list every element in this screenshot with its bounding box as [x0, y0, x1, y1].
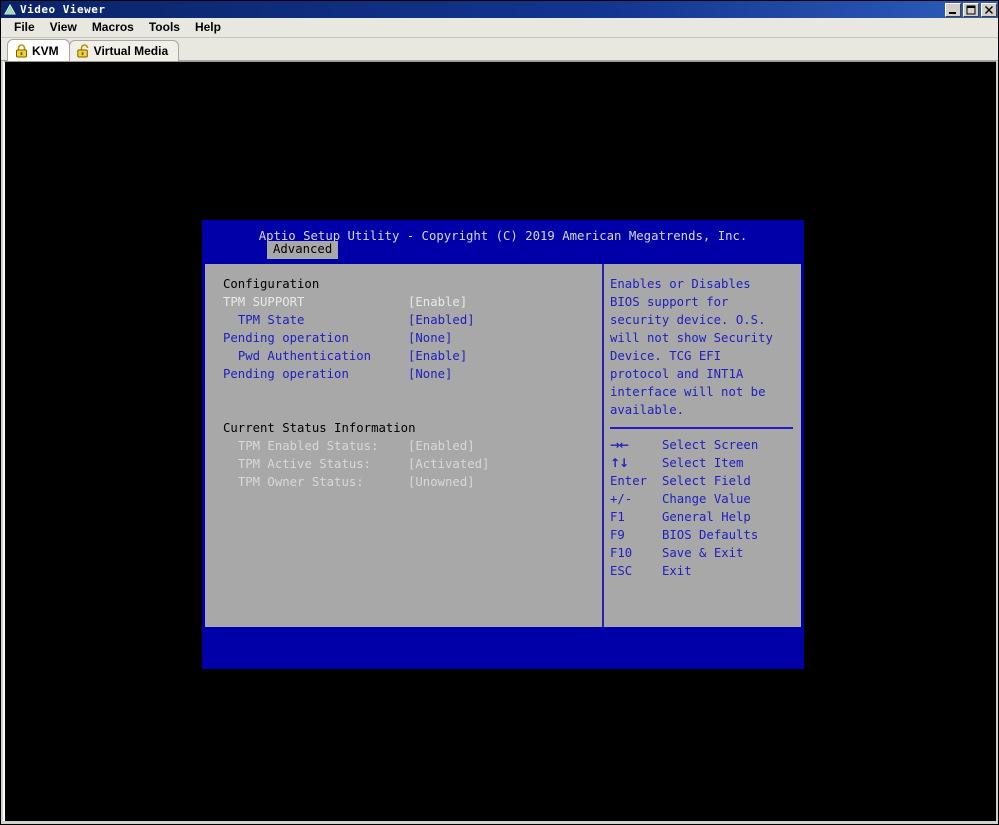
menu-item-view[interactable]: View — [43, 19, 85, 36]
bios-header-title: Aptio Setup Utility - Copyright (C) 2019… — [258, 229, 748, 243]
pending-operation-2-value[interactable]: [None] — [408, 365, 452, 383]
menu-item-macros[interactable]: Macros — [85, 19, 142, 36]
title-bar[interactable]: Video Viewer — [1, 1, 998, 18]
key-legend-label: Select Field — [662, 474, 751, 488]
key-name-esc: ESC — [610, 564, 633, 578]
key-legend-select-item: ↑↓ Select Item — [610, 454, 801, 472]
tab-strip: KVM Virtual Media — [1, 38, 998, 61]
key-legend-exit: ESC Exit — [610, 562, 801, 580]
bios-help-panel: Enables or Disables BIOS support for sec… — [604, 264, 801, 630]
bios-row-tpm-owner-status: TPM Owner Status: [Unowned] — [223, 473, 602, 491]
key-legend-change-value: +/- Change Value — [610, 490, 801, 508]
menu-item-tools[interactable]: Tools — [142, 19, 188, 36]
tab-kvm[interactable]: KVM — [7, 39, 70, 61]
key-name-f1: F1 — [610, 510, 625, 524]
tab-virtual-media-label: Virtual Media — [93, 44, 169, 58]
bios-row-tpm-state[interactable]: TPM State [Enabled] — [223, 311, 602, 329]
bios-section-title-current-status: Current Status Information — [223, 419, 602, 437]
bios-row-tpm-enabled-status: TPM Enabled Status: [Enabled] — [223, 437, 602, 455]
current-status-heading: Current Status Information — [223, 421, 416, 435]
key-legend-label: Exit — [662, 564, 692, 578]
help-text-line: Device. TCG EFI — [610, 349, 722, 363]
key-legend-label: Select Screen — [662, 438, 759, 452]
tpm-support-value[interactable]: [Enable] — [408, 293, 467, 311]
key-legend-select-screen: →← Select Screen — [610, 436, 801, 454]
help-divider — [610, 427, 793, 429]
close-button[interactable] — [981, 2, 997, 17]
bios-row-tpm-active-status: TPM Active Status: [Activated] — [223, 455, 602, 473]
help-text-line: protocol and INT1A — [610, 367, 744, 381]
key-legend-label: Save & Exit — [662, 546, 744, 560]
key-legend-label: Change Value — [662, 492, 751, 506]
bios-body: Configuration TPM SUPPORT [Enable] TPM S… — [204, 263, 802, 631]
configuration-heading: Configuration — [223, 277, 320, 291]
bios-left-panel: Configuration TPM SUPPORT [Enable] TPM S… — [205, 264, 604, 630]
tpm-support-label: TPM SUPPORT — [223, 295, 305, 309]
bios-footer-bar — [202, 627, 804, 669]
key-legend-label: General Help — [662, 510, 751, 524]
help-text-line: available. — [610, 403, 685, 417]
menu-bar: File View Macros Tools Help — [1, 18, 998, 38]
bios-section-spacer-2 — [223, 401, 602, 419]
key-name-enter: Enter — [610, 474, 648, 488]
maximize-button[interactable] — [963, 2, 979, 17]
key-legend-select-field: Enter Select Field — [610, 472, 801, 490]
key-legend-label: Select Item — [662, 456, 744, 470]
pending-operation-1-label: Pending operation — [223, 331, 349, 345]
tpm-state-label: TPM State — [237, 313, 305, 327]
bios-tab-advanced[interactable]: Advanced — [267, 241, 339, 259]
tpm-enabled-status-value: [Enabled] — [408, 439, 475, 453]
help-text-line: security device. O.S. — [610, 313, 766, 327]
bios-row-pwd-authentication[interactable]: Pwd Authentication [Enable] — [223, 347, 602, 365]
arrow-up-down-icon: ↑↓ — [610, 456, 629, 470]
lock-open-icon — [76, 44, 90, 58]
bios-row-tpm-support[interactable]: TPM SUPPORT [Enable] — [223, 293, 602, 311]
bios-row-pending-operation-2[interactable]: Pending operation [None] — [223, 365, 602, 383]
arrow-left-right-icon: →← — [610, 438, 629, 452]
help-text-line: Enables or Disables — [610, 277, 751, 291]
pwd-authentication-label: Pwd Authentication — [237, 349, 372, 363]
bios-section-title-configuration: Configuration — [223, 275, 602, 293]
menu-item-file[interactable]: File — [7, 19, 43, 36]
tab-kvm-label: KVM — [32, 43, 59, 58]
pwd-authentication-value[interactable]: [Enable] — [408, 347, 467, 365]
tab-virtual-media[interactable]: Virtual Media — [68, 40, 180, 61]
help-text-line: interface will not be — [610, 385, 766, 399]
lock-closed-icon — [15, 43, 28, 58]
window-title: Video Viewer — [20, 3, 106, 16]
bios-setup-screen: Aptio Setup Utility - Copyright (C) 2019… — [202, 220, 804, 669]
tpm-active-status-value: [Activated] — [408, 457, 490, 471]
key-legend-bios-defaults: F9 BIOS Defaults — [610, 526, 801, 544]
tpm-state-value[interactable]: [Enabled] — [408, 311, 475, 329]
tpm-enabled-status-label: TPM Enabled Status: — [237, 439, 379, 453]
tpm-active-status-label: TPM Active Status: — [237, 457, 372, 471]
key-legend-general-help: F1 General Help — [610, 508, 801, 526]
key-name-f9: F9 — [610, 528, 625, 542]
tpm-owner-status-value: [Unowned] — [408, 475, 475, 489]
menu-item-help[interactable]: Help — [188, 19, 229, 36]
video-viewer-icon — [3, 2, 17, 17]
key-legend-save-exit: F10 Save & Exit — [610, 544, 801, 562]
video-viewer-window: Video Viewer File View Macros Tools Help — [0, 0, 999, 825]
key-name-f10: F10 — [610, 546, 633, 560]
tpm-owner-status-label: TPM Owner Status: — [237, 475, 364, 489]
help-text-line: BIOS support for — [610, 295, 729, 309]
kvm-video-viewport[interactable]: Aptio Setup Utility - Copyright (C) 2019… — [3, 61, 996, 821]
key-legend-label: BIOS Defaults — [662, 528, 759, 542]
key-name-plus-minus: +/- — [610, 492, 633, 506]
bios-section-spacer — [223, 383, 602, 401]
bios-row-pending-operation-1[interactable]: Pending operation [None] — [223, 329, 602, 347]
pending-operation-2-label: Pending operation — [223, 367, 349, 381]
help-text-line: will not show Security — [610, 331, 773, 345]
pending-operation-1-value[interactable]: [None] — [408, 329, 452, 347]
minimize-button[interactable] — [945, 2, 961, 17]
